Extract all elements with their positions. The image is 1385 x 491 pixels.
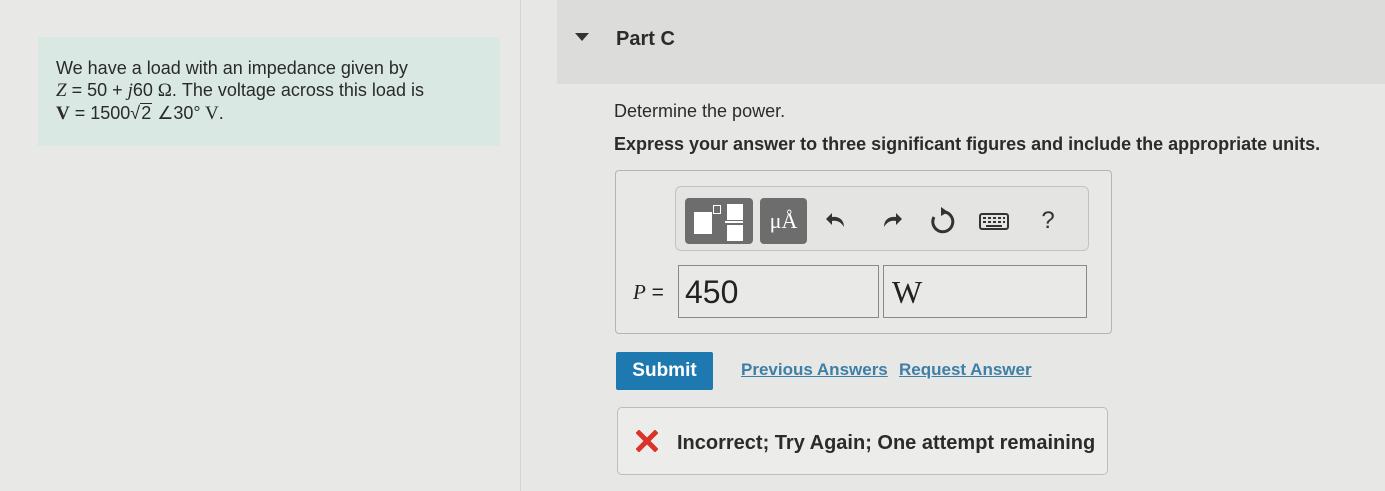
problem-line-3: V = 1500√2 ∠30° V. bbox=[56, 102, 482, 125]
voltage-equals: = 1500 bbox=[69, 103, 131, 123]
previous-answers-link[interactable]: Previous Answers bbox=[741, 360, 888, 380]
collapse-triangle-icon[interactable] bbox=[575, 33, 589, 41]
volt-unit: V bbox=[200, 103, 219, 124]
reset-icon[interactable] bbox=[925, 203, 957, 239]
question-text: Determine the power. bbox=[614, 101, 786, 121]
voltage-symbol: V bbox=[56, 103, 70, 124]
units-button[interactable]: μÅ bbox=[760, 198, 807, 244]
answer-var: P bbox=[633, 280, 646, 304]
answer-unit-input[interactable]: W bbox=[883, 265, 1087, 318]
answer-label: P = bbox=[633, 280, 664, 305]
impedance-symbol: Z bbox=[56, 80, 67, 101]
part-title[interactable]: Part C bbox=[616, 28, 675, 51]
impedance-equals: = 50 + bbox=[66, 80, 128, 100]
submit-button[interactable]: Submit bbox=[616, 352, 713, 390]
help-button[interactable]: ? bbox=[1032, 203, 1064, 239]
problem-statement: We have a load with an impedance given b… bbox=[38, 37, 500, 146]
incorrect-x-icon bbox=[635, 429, 659, 453]
fraction-den-icon bbox=[727, 225, 743, 241]
feedback-text: Incorrect; Try Again; One attempt remain… bbox=[677, 432, 1096, 454]
fraction-bar-icon bbox=[725, 221, 743, 223]
part-header[interactable] bbox=[557, 0, 1385, 84]
instructions-text: Express your answer to three significant… bbox=[614, 134, 1321, 154]
fraction-num-icon bbox=[727, 204, 743, 220]
ohm-unit: Ω bbox=[152, 80, 172, 101]
keyboard-icon[interactable] bbox=[977, 203, 1011, 239]
undo-icon[interactable] bbox=[822, 203, 854, 239]
templates-button[interactable] bbox=[685, 198, 753, 244]
template-block-icon bbox=[694, 212, 712, 234]
problem-line-1: We have a load with an impedance given b… bbox=[56, 58, 408, 78]
problem-line-2: Z = 50 + j60 Ω. The voltage across this … bbox=[56, 79, 482, 102]
impedance-imag-value: 60 bbox=[132, 80, 153, 100]
sqrt-radicand: 2 bbox=[140, 103, 153, 123]
answer-equals: = bbox=[645, 281, 664, 304]
redo-icon[interactable] bbox=[874, 203, 906, 239]
request-answer-link[interactable]: Request Answer bbox=[899, 360, 1032, 380]
sqrt-sign: √ bbox=[130, 103, 141, 123]
voltage-angle: ∠30° bbox=[152, 103, 201, 123]
problem-line-2-rest: . The voltage across this load is bbox=[171, 80, 424, 100]
answer-value-input[interactable]: 450 bbox=[678, 265, 879, 318]
template-small-box-icon bbox=[713, 205, 721, 214]
problem-line-3-end: . bbox=[218, 103, 224, 123]
